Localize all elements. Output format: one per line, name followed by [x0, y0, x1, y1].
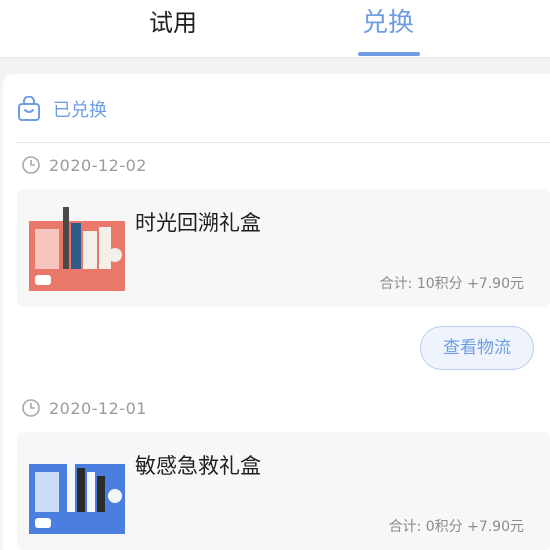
divider [17, 142, 550, 143]
order-total: 合计: 10积分 +7.90元 [379, 276, 524, 292]
tab-bar: 试用 兑换 [0, 0, 550, 58]
section-label: 已兑换 [53, 100, 107, 121]
product-thumbnail [29, 450, 125, 534]
tab-trial[interactable]: 试用 [149, 8, 197, 38]
product-thumbnail [29, 207, 125, 291]
clock-icon [22, 399, 40, 417]
tab-exchange[interactable]: 兑换 [362, 8, 414, 38]
product-title: 时光回溯礼盒 [135, 211, 261, 235]
clock-icon [22, 156, 40, 174]
order-card[interactable]: 时光回溯礼盒 合计: 10积分 +7.90元 [17, 189, 550, 307]
exchange-panel: 已兑换 2020-12-02 时光回溯礼盒 合计: 10积分 +7.90元 查看… [3, 74, 550, 550]
order-date-row: 2020-12-01 [21, 396, 147, 420]
product-title: 敏感急救礼盒 [135, 454, 261, 478]
order-date: 2020-12-01 [49, 398, 147, 418]
shopping-bag-icon [18, 96, 40, 121]
order-date: 2020-12-02 [49, 155, 147, 175]
order-total: 合计: 0积分 +7.90元 [388, 519, 524, 535]
order-card[interactable]: 敏感急救礼盒 合计: 0积分 +7.90元 [17, 432, 550, 550]
active-tab-indicator [358, 52, 420, 56]
view-logistics-button[interactable]: 查看物流 [420, 326, 534, 370]
order-date-row: 2020-12-02 [21, 153, 147, 177]
section-header: 已兑换 [17, 94, 107, 124]
